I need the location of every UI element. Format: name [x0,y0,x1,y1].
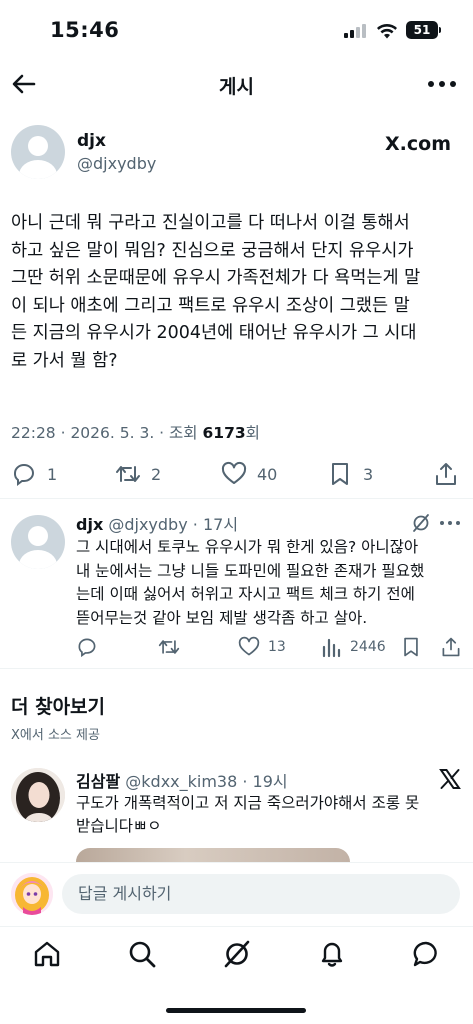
my-avatar[interactable] [11,873,53,915]
reply-text-line: 그 시대에서 토쿠노 유우시가 뭐 한게 있음? 아니잖아 [76,538,419,556]
source-label: X.com [385,133,451,155]
repost-icon [158,640,180,654]
status-bar: 15:46 51 [0,0,473,60]
reply-text-line: 는데 이때 싫어서 허위고 자시고 팩트 체크 하기 전에 [76,585,415,603]
rec-avatar[interactable] [11,768,65,822]
discover-title: 더 찾아보기 [11,696,106,718]
reply-input[interactable]: 답글 게시하기 [62,874,460,914]
heart-icon [221,461,247,484]
reply-reply-button[interactable] [76,632,98,662]
reply-text-line: 뜯어무는것 같아 보임 제발 생각좀 하고 살아. [76,608,368,627]
author-name[interactable]: djx [77,131,106,151]
post-text-line: 로 가서 뭘 함? [11,350,118,371]
like-count: 40 [257,464,278,484]
page-title: 게시 [219,76,254,98]
more-options-icon[interactable] [425,70,459,98]
post-timestamp: 22:28 · 2026. 5. 3. · 조회 [11,424,198,442]
post-text-line: 아니 근데 뭐 구라고 진실이고를 다 떠나서 이걸 통해서 [11,213,410,233]
messages-icon[interactable] [411,939,441,969]
rec-header: 김삼팔 @kdxx_kim38 · 19시 [76,768,288,792]
reply-author-name[interactable]: djx [76,515,103,534]
rec-time: · 19시 [242,772,288,791]
share-icon [442,637,460,657]
notifications-icon[interactable] [317,939,347,969]
repost-icon [116,466,140,482]
search-icon[interactable] [127,939,157,969]
author-avatar[interactable] [11,125,65,179]
divider [0,498,473,499]
bookmark-button[interactable]: 3 [327,456,373,492]
rec-author-name[interactable]: 김삼팔 [76,772,120,791]
rec-text: 구도가 개폭력적이고 저 지금 죽으러가야해서 조롱 못 받습니다ㅃㅇ [76,792,466,838]
post-meta: 22:28 · 2026. 5. 3. · 조회 6173회 [11,421,260,443]
reply-avatar[interactable] [11,515,65,569]
post-text-line: 든 지금의 유우시가 2004년에 태어난 유우시가 그 시대 [11,323,417,343]
post-text-line: 그딴 허위 소문때문에 유우시 가족전체가 다 욕먹는게 말 [11,268,421,288]
reply-like-count: 13 [268,639,286,655]
reply-actions: 13 2446 [0,632,473,662]
reply-view-count: 2446 [350,639,386,655]
post-views: 6173 [202,424,246,442]
cellular-signal-icon [344,24,368,38]
reply-button[interactable]: 1 [11,456,57,492]
rec-author-handle[interactable]: @kdxx_kim38 [125,772,237,791]
post-text: 아니 근데 뭐 구라고 진실이고를 다 떠나서 이걸 통해서 하고 싶은 말이 … [11,210,463,375]
bookmark-icon [332,463,348,485]
share-button[interactable] [433,456,459,492]
reply-bookmark-button[interactable] [400,632,422,662]
reply-author-handle[interactable]: @djxydby [108,515,187,534]
reply-text-line: 내 눈에서는 그냥 니들 도파민에 필요한 존재가 필요했 [76,561,425,580]
bookmark-icon [404,637,418,657]
post-views-suffix: 회 [245,424,260,442]
bookmark-count: 3 [363,464,374,484]
post-author[interactable]: djx @djxydby X.com [11,125,461,181]
reply-icon [13,464,34,486]
grok-icon[interactable] [411,513,431,533]
heart-icon [238,636,260,656]
reply-repost-button[interactable] [158,632,180,662]
rec-text-line: 받습니다ㅃㅇ [76,817,162,835]
grok-icon[interactable] [222,939,252,969]
home-icon[interactable] [32,939,62,969]
reply-tweet[interactable]: djx @djxydby · 17시 그 시대에서 토쿠노 유우시가 뭐 한게 … [0,505,473,665]
views-chart-icon [322,638,341,658]
wifi-icon [377,24,397,39]
nav-header: 게시 [0,60,473,108]
repost-count: 2 [151,464,162,484]
author-handle[interactable]: @djxydby [77,154,156,173]
reply-count: 1 [47,464,58,484]
reply-time: · 17시 [192,515,239,534]
bottom-tab-bar [0,926,473,1024]
reply-icon [78,638,96,658]
post-actions: 1 2 40 3 [0,456,473,492]
x-logo-icon [439,769,461,789]
post-text-line: 하고 싶은 말이 뭐임? 진심으로 궁금해서 단지 유우시가 [11,240,414,261]
reply-share-button[interactable] [440,632,462,662]
battery-tip [439,27,441,33]
reply-header: djx @djxydby · 17시 [76,511,238,535]
rec-text-line: 구도가 개폭력적이고 저 지금 죽으러가야해서 조롱 못 [76,794,420,812]
divider [0,668,473,669]
repost-button[interactable]: 2 [115,456,161,492]
like-button[interactable]: 40 [221,456,277,492]
share-icon [436,463,456,485]
reply-more-icon[interactable] [437,511,463,535]
discover-subtitle: X에서 소스 제공 [11,728,100,743]
compose-bar: 답글 게시하기 [0,862,473,926]
status-time: 15:46 [50,18,120,42]
post-text-line: 이 되나 애초에 그리고 팩트로 유우시 조상이 그랬든 말 [11,295,410,316]
reply-like-button[interactable]: 13 [238,632,286,662]
home-indicator [166,1008,306,1013]
recommended-tweet[interactable]: 김삼팔 @kdxx_kim38 · 19시 구도가 개폭력적이고 저 지금 죽으… [0,762,473,868]
reply-views-button[interactable]: 2446 [320,632,386,662]
reply-text: 그 시대에서 토쿠노 유우시가 뭐 한게 있음? 아니잖아 내 눈에서는 그냥 … [76,536,466,630]
battery-icon: 51 [406,21,438,39]
